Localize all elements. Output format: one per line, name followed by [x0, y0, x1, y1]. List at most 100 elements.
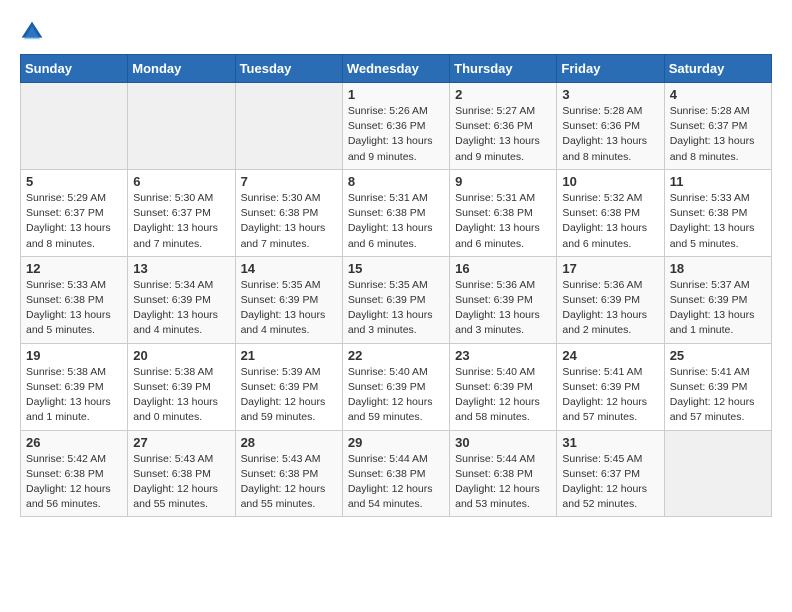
calendar-cell: 25 Sunrise: 5:41 AMSunset: 6:39 PMDayligh…	[664, 343, 771, 430]
calendar-cell: 11 Sunrise: 5:33 AMSunset: 6:38 PMDayligh…	[664, 169, 771, 256]
calendar-cell: 26 Sunrise: 5:42 AMSunset: 6:38 PMDayligh…	[21, 430, 128, 517]
day-info: Sunrise: 5:38 AMSunset: 6:39 PMDaylight:…	[133, 365, 229, 426]
day-number: 30	[455, 435, 551, 450]
weekday-header-monday: Monday	[128, 55, 235, 83]
calendar-cell: 21 Sunrise: 5:39 AMSunset: 6:39 PMDayligh…	[235, 343, 342, 430]
day-info: Sunrise: 5:41 AMSunset: 6:39 PMDaylight:…	[562, 365, 658, 426]
day-info: Sunrise: 5:36 AMSunset: 6:39 PMDaylight:…	[455, 278, 551, 339]
day-number: 29	[348, 435, 444, 450]
calendar-table: SundayMondayTuesdayWednesdayThursdayFrid…	[20, 54, 772, 517]
calendar-cell: 2 Sunrise: 5:27 AMSunset: 6:36 PMDaylight…	[450, 83, 557, 170]
day-number: 22	[348, 348, 444, 363]
day-number: 4	[670, 87, 766, 102]
calendar-cell	[21, 83, 128, 170]
weekday-header-wednesday: Wednesday	[342, 55, 449, 83]
weekday-header-thursday: Thursday	[450, 55, 557, 83]
calendar-cell: 24 Sunrise: 5:41 AMSunset: 6:39 PMDayligh…	[557, 343, 664, 430]
day-number: 31	[562, 435, 658, 450]
logo-icon	[20, 20, 44, 44]
calendar-cell: 22 Sunrise: 5:40 AMSunset: 6:39 PMDayligh…	[342, 343, 449, 430]
day-number: 26	[26, 435, 122, 450]
day-info: Sunrise: 5:42 AMSunset: 6:38 PMDaylight:…	[26, 452, 122, 513]
calendar-cell	[128, 83, 235, 170]
day-number: 18	[670, 261, 766, 276]
day-number: 5	[26, 174, 122, 189]
day-number: 15	[348, 261, 444, 276]
day-number: 19	[26, 348, 122, 363]
day-info: Sunrise: 5:35 AMSunset: 6:39 PMDaylight:…	[241, 278, 337, 339]
calendar-cell: 19 Sunrise: 5:38 AMSunset: 6:39 PMDayligh…	[21, 343, 128, 430]
logo	[20, 20, 52, 44]
day-info: Sunrise: 5:33 AMSunset: 6:38 PMDaylight:…	[670, 191, 766, 252]
day-info: Sunrise: 5:41 AMSunset: 6:39 PMDaylight:…	[670, 365, 766, 426]
day-info: Sunrise: 5:28 AMSunset: 6:37 PMDaylight:…	[670, 104, 766, 165]
calendar-cell	[235, 83, 342, 170]
calendar-cell: 29 Sunrise: 5:44 AMSunset: 6:38 PMDayligh…	[342, 430, 449, 517]
weekday-header-saturday: Saturday	[664, 55, 771, 83]
calendar-cell: 15 Sunrise: 5:35 AMSunset: 6:39 PMDayligh…	[342, 256, 449, 343]
day-info: Sunrise: 5:28 AMSunset: 6:36 PMDaylight:…	[562, 104, 658, 165]
day-info: Sunrise: 5:44 AMSunset: 6:38 PMDaylight:…	[455, 452, 551, 513]
day-info: Sunrise: 5:31 AMSunset: 6:38 PMDaylight:…	[455, 191, 551, 252]
calendar-cell: 6 Sunrise: 5:30 AMSunset: 6:37 PMDaylight…	[128, 169, 235, 256]
calendar-cell: 1 Sunrise: 5:26 AMSunset: 6:36 PMDaylight…	[342, 83, 449, 170]
calendar-cell: 13Sunrise: 5:34 AMSunset: 6:39 PMDayligh…	[128, 256, 235, 343]
day-info: Sunrise: 5:36 AMSunset: 6:39 PMDaylight:…	[562, 278, 658, 339]
calendar-cell: 17 Sunrise: 5:36 AMSunset: 6:39 PMDayligh…	[557, 256, 664, 343]
day-info: Sunrise: 5:35 AMSunset: 6:39 PMDaylight:…	[348, 278, 444, 339]
day-info: Sunrise: 5:32 AMSunset: 6:38 PMDaylight:…	[562, 191, 658, 252]
day-info: Sunrise: 5:43 AMSunset: 6:38 PMDaylight:…	[133, 452, 229, 513]
day-info: Sunrise: 5:37 AMSunset: 6:39 PMDaylight:…	[670, 278, 766, 339]
calendar-cell: 20Sunrise: 5:38 AMSunset: 6:39 PMDayligh…	[128, 343, 235, 430]
calendar-cell: 23Sunrise: 5:40 AMSunset: 6:39 PMDayligh…	[450, 343, 557, 430]
day-info: Sunrise: 5:26 AMSunset: 6:36 PMDaylight:…	[348, 104, 444, 165]
calendar-cell: 28 Sunrise: 5:43 AMSunset: 6:38 PMDayligh…	[235, 430, 342, 517]
day-number: 28	[241, 435, 337, 450]
day-number: 11	[670, 174, 766, 189]
day-info: Sunrise: 5:27 AMSunset: 6:36 PMDaylight:…	[455, 104, 551, 165]
calendar-cell: 12 Sunrise: 5:33 AMSunset: 6:38 PMDayligh…	[21, 256, 128, 343]
calendar-cell: 9 Sunrise: 5:31 AMSunset: 6:38 PMDaylight…	[450, 169, 557, 256]
day-number: 23	[455, 348, 551, 363]
day-number: 1	[348, 87, 444, 102]
weekday-header-sunday: Sunday	[21, 55, 128, 83]
day-number: 13	[133, 261, 229, 276]
day-info: Sunrise: 5:30 AMSunset: 6:38 PMDaylight:…	[241, 191, 337, 252]
day-number: 25	[670, 348, 766, 363]
week-row-3: 12 Sunrise: 5:33 AMSunset: 6:38 PMDayligh…	[21, 256, 772, 343]
weekday-header-row: SundayMondayTuesdayWednesdayThursdayFrid…	[21, 55, 772, 83]
day-number: 14	[241, 261, 337, 276]
day-number: 9	[455, 174, 551, 189]
day-info: Sunrise: 5:45 AMSunset: 6:37 PMDaylight:…	[562, 452, 658, 513]
week-row-5: 26 Sunrise: 5:42 AMSunset: 6:38 PMDayligh…	[21, 430, 772, 517]
day-info: Sunrise: 5:44 AMSunset: 6:38 PMDaylight:…	[348, 452, 444, 513]
calendar-cell: 14 Sunrise: 5:35 AMSunset: 6:39 PMDayligh…	[235, 256, 342, 343]
day-info: Sunrise: 5:39 AMSunset: 6:39 PMDaylight:…	[241, 365, 337, 426]
calendar-cell: 5Sunrise: 5:29 AMSunset: 6:37 PMDaylight…	[21, 169, 128, 256]
day-number: 2	[455, 87, 551, 102]
calendar-cell: 3 Sunrise: 5:28 AMSunset: 6:36 PMDaylight…	[557, 83, 664, 170]
day-number: 21	[241, 348, 337, 363]
calendar-cell: 8Sunrise: 5:31 AMSunset: 6:38 PMDaylight…	[342, 169, 449, 256]
day-number: 6	[133, 174, 229, 189]
calendar-cell: 18 Sunrise: 5:37 AMSunset: 6:39 PMDayligh…	[664, 256, 771, 343]
weekday-header-friday: Friday	[557, 55, 664, 83]
day-info: Sunrise: 5:33 AMSunset: 6:38 PMDaylight:…	[26, 278, 122, 339]
day-number: 24	[562, 348, 658, 363]
calendar-cell: 7Sunrise: 5:30 AMSunset: 6:38 PMDaylight…	[235, 169, 342, 256]
calendar-cell: 4 Sunrise: 5:28 AMSunset: 6:37 PMDaylight…	[664, 83, 771, 170]
day-info: Sunrise: 5:30 AMSunset: 6:37 PMDaylight:…	[133, 191, 229, 252]
day-info: Sunrise: 5:38 AMSunset: 6:39 PMDaylight:…	[26, 365, 122, 426]
day-number: 3	[562, 87, 658, 102]
calendar-cell	[664, 430, 771, 517]
day-number: 17	[562, 261, 658, 276]
week-row-4: 19 Sunrise: 5:38 AMSunset: 6:39 PMDayligh…	[21, 343, 772, 430]
calendar-cell: 27Sunrise: 5:43 AMSunset: 6:38 PMDayligh…	[128, 430, 235, 517]
day-info: Sunrise: 5:43 AMSunset: 6:38 PMDaylight:…	[241, 452, 337, 513]
day-info: Sunrise: 5:40 AMSunset: 6:39 PMDaylight:…	[348, 365, 444, 426]
week-row-2: 5Sunrise: 5:29 AMSunset: 6:37 PMDaylight…	[21, 169, 772, 256]
calendar-cell: 16Sunrise: 5:36 AMSunset: 6:39 PMDayligh…	[450, 256, 557, 343]
day-number: 12	[26, 261, 122, 276]
page-header	[20, 20, 772, 44]
day-number: 10	[562, 174, 658, 189]
